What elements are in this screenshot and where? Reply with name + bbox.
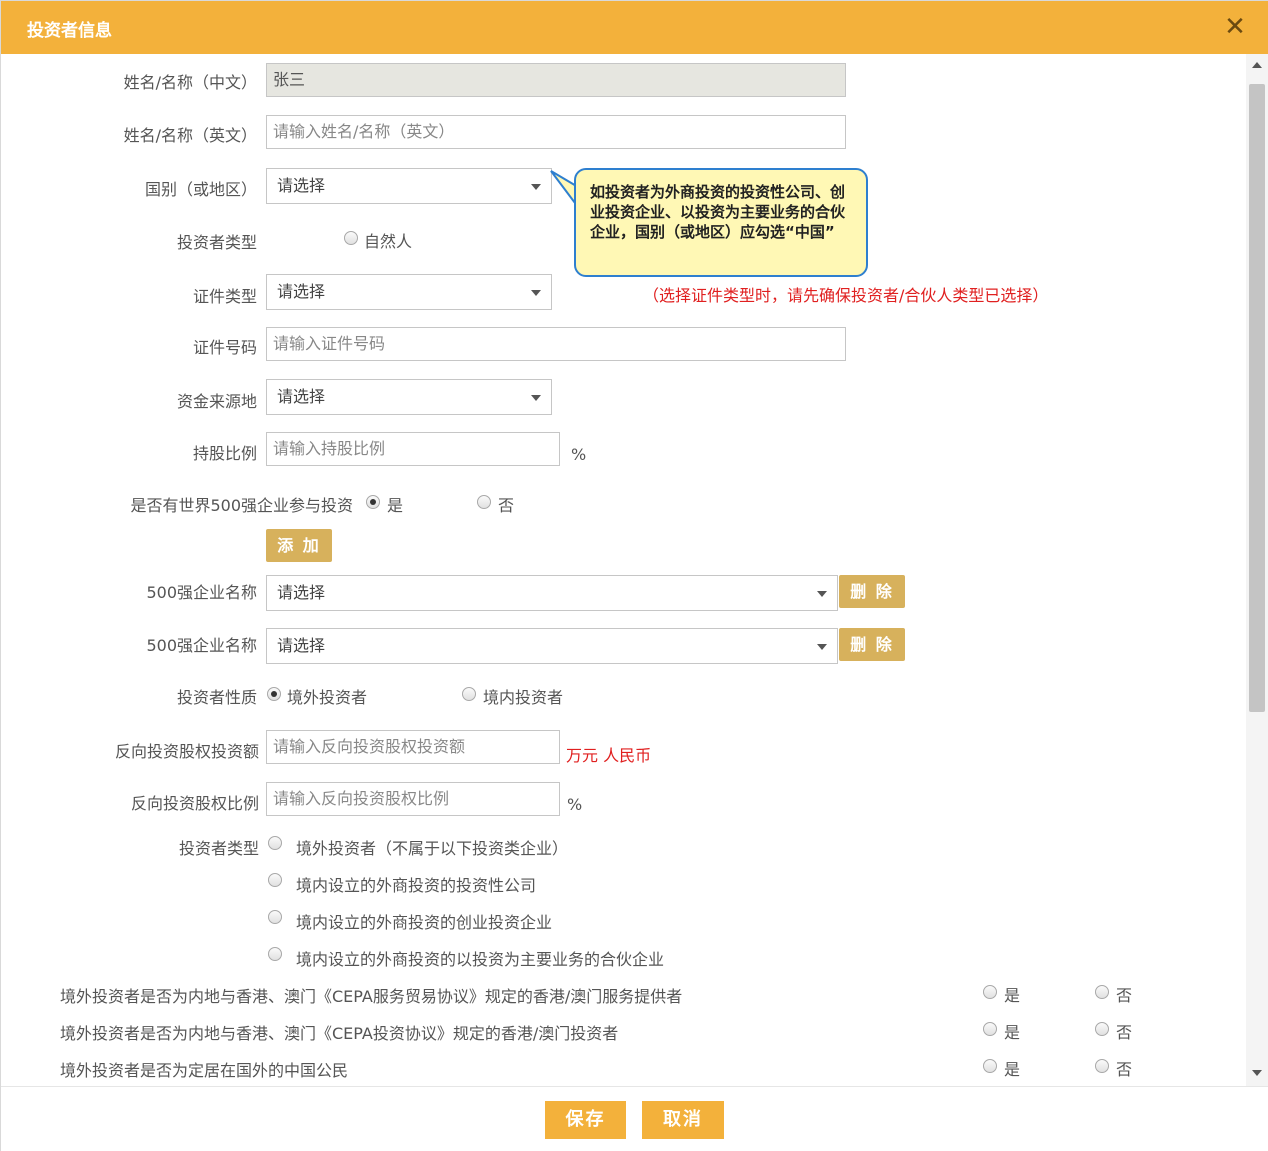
investor-type-option: 境外投资者（不属于以下投资类企业） bbox=[296, 839, 569, 858]
question-yes-text: 是 bbox=[1004, 1060, 1021, 1079]
investor-type-option: 境内设立的外商投资的创业投资企业 bbox=[296, 913, 553, 932]
fortune500-name-select-value: 请选择 bbox=[277, 583, 326, 602]
id-type-hint: （选择证件类型时，请先确保投资者/合伙人类型已选择） bbox=[643, 286, 1049, 305]
name-en-label: 姓名/名称（英文） bbox=[123, 126, 257, 145]
question-no-text: 否 bbox=[1116, 986, 1133, 1005]
chevron-down-icon bbox=[817, 644, 827, 650]
investor-type-label: 投资者类型 bbox=[178, 839, 259, 858]
investor-info-dialog: 投资者信息 ✕ 姓名/名称（中文） 张三 姓名/名称（英文） 请输入姓名/名称（… bbox=[0, 0, 1268, 1151]
reverse-amount-unit: 万元 人民币 bbox=[566, 746, 652, 765]
question-no-radio[interactable] bbox=[1095, 985, 1109, 999]
vertical-scrollbar[interactable] bbox=[1246, 54, 1268, 1086]
country-select[interactable]: 请选择 bbox=[266, 168, 552, 204]
question-yes-text: 是 bbox=[1004, 1023, 1021, 1042]
reverse-ratio-unit: % bbox=[567, 795, 583, 814]
dialog-title: 投资者信息 bbox=[27, 21, 112, 41]
country-tooltip: 如投资者为外商投资的投资性公司、创业投资企业、以投资为主要业务的合伙企业，国别（… bbox=[574, 168, 868, 277]
question-no-radio[interactable] bbox=[1095, 1022, 1109, 1036]
investor-type-radio[interactable] bbox=[268, 947, 282, 961]
delete-fortune500-button[interactable]: 删 除 bbox=[839, 575, 905, 608]
fortune500-yes-text: 是 bbox=[387, 496, 404, 515]
share-ratio-unit: % bbox=[571, 445, 587, 464]
close-icon[interactable]: ✕ bbox=[1221, 13, 1249, 41]
investor-type-option: 境内设立的外商投资的投资性公司 bbox=[296, 876, 537, 895]
fortune500-name-select[interactable]: 请选择 bbox=[266, 575, 838, 611]
scroll-up-icon[interactable] bbox=[1252, 62, 1262, 68]
chevron-down-icon bbox=[531, 290, 541, 296]
cancel-button[interactable]: 取消 bbox=[642, 1101, 724, 1139]
fortune500-name-select[interactable]: 请选择 bbox=[266, 628, 838, 664]
delete-fortune500-button[interactable]: 删 除 bbox=[839, 628, 905, 661]
question-yes-text: 是 bbox=[1004, 986, 1021, 1005]
fortune500-name-label: 500强企业名称 bbox=[146, 636, 257, 655]
id-number-input[interactable]: 请输入证件号码 bbox=[266, 327, 846, 361]
nature-domestic-text: 境内投资者 bbox=[483, 688, 564, 707]
save-button[interactable]: 保存 bbox=[545, 1101, 626, 1139]
add-fortune500-button[interactable]: 添 加 bbox=[266, 529, 332, 562]
id-type-select[interactable]: 请选择 bbox=[266, 274, 552, 310]
chevron-down-icon bbox=[817, 591, 827, 597]
investor-type-option: 境内设立的外商投资的以投资为主要业务的合伙企业 bbox=[296, 950, 665, 969]
name-cn-input[interactable]: 张三 bbox=[266, 63, 846, 97]
investor-type-radio[interactable] bbox=[268, 873, 282, 887]
id-number-label: 证件号码 bbox=[192, 338, 257, 357]
question-yes-radio[interactable] bbox=[983, 985, 997, 999]
investor-type-radio[interactable] bbox=[268, 836, 282, 850]
fortune500-name-label: 500强企业名称 bbox=[146, 583, 257, 602]
dialog-titlebar: 投资者信息 ✕ bbox=[1, 1, 1268, 54]
reverse-ratio-label: 反向投资股权比例 bbox=[130, 794, 259, 813]
question-no-text: 否 bbox=[1116, 1023, 1133, 1042]
natural-person-text: 自然人 bbox=[364, 232, 413, 251]
question-yes-radio[interactable] bbox=[983, 1059, 997, 1073]
scrollbar-thumb[interactable] bbox=[1249, 84, 1265, 712]
country-select-value: 请选择 bbox=[277, 176, 326, 195]
form-content: 姓名/名称（中文） 张三 姓名/名称（英文） 请输入姓名/名称（英文） 国别（或… bbox=[1, 54, 1246, 1086]
share-ratio-input[interactable]: 请输入持股比例 bbox=[266, 432, 560, 466]
fund-source-select[interactable]: 请选择 bbox=[266, 379, 552, 415]
question-no-text: 否 bbox=[1116, 1060, 1133, 1079]
chevron-down-icon bbox=[531, 395, 541, 401]
reverse-ratio-input[interactable]: 请输入反向投资股权比例 bbox=[266, 782, 560, 816]
fund-source-label: 资金来源地 bbox=[176, 392, 257, 411]
nature-foreign-text: 境外投资者 bbox=[287, 688, 368, 707]
fortune500-yes-radio[interactable] bbox=[366, 495, 380, 509]
fortune500-no-text: 否 bbox=[498, 496, 515, 515]
question-text: 境外投资者是否为内地与香港、澳门《CEPA投资协议》规定的香港/澳门投资者 bbox=[60, 1024, 619, 1043]
question-text: 境外投资者是否为定居在国外的中国公民 bbox=[60, 1061, 349, 1080]
dialog-footer: 保存 取消 bbox=[1, 1086, 1268, 1151]
country-label: 国别（或地区） bbox=[144, 180, 257, 199]
nature-foreign-radio[interactable] bbox=[267, 687, 281, 701]
question-text: 境外投资者是否为内地与香港、澳门《CEPA服务贸易协议》规定的香港/澳门服务提供… bbox=[60, 987, 683, 1006]
share-ratio-label: 持股比例 bbox=[192, 444, 257, 463]
fortune500-name-select-value: 请选择 bbox=[277, 636, 326, 655]
fund-source-select-value: 请选择 bbox=[277, 387, 326, 406]
investor-nature-label: 投资者性质 bbox=[176, 688, 257, 707]
name-cn-label: 姓名/名称（中文） bbox=[123, 73, 257, 92]
id-type-label: 证件类型 bbox=[192, 287, 257, 306]
question-yes-radio[interactable] bbox=[983, 1022, 997, 1036]
natural-person-radio[interactable] bbox=[344, 231, 358, 245]
nature-domestic-radio[interactable] bbox=[462, 687, 476, 701]
investor-type-top-label: 投资者类型 bbox=[176, 233, 257, 252]
id-type-select-value: 请选择 bbox=[277, 282, 326, 301]
chevron-down-icon bbox=[531, 184, 541, 190]
reverse-amount-input[interactable]: 请输入反向投资股权投资额 bbox=[266, 730, 560, 764]
fortune500-no-radio[interactable] bbox=[477, 495, 491, 509]
fortune500-label: 是否有世界500强企业参与投资 bbox=[130, 496, 353, 515]
question-no-radio[interactable] bbox=[1095, 1059, 1109, 1073]
reverse-amount-label: 反向投资股权投资额 bbox=[114, 742, 259, 761]
investor-type-radio[interactable] bbox=[268, 910, 282, 924]
scroll-down-icon[interactable] bbox=[1252, 1070, 1262, 1076]
name-en-input[interactable]: 请输入姓名/名称（英文） bbox=[266, 115, 846, 149]
